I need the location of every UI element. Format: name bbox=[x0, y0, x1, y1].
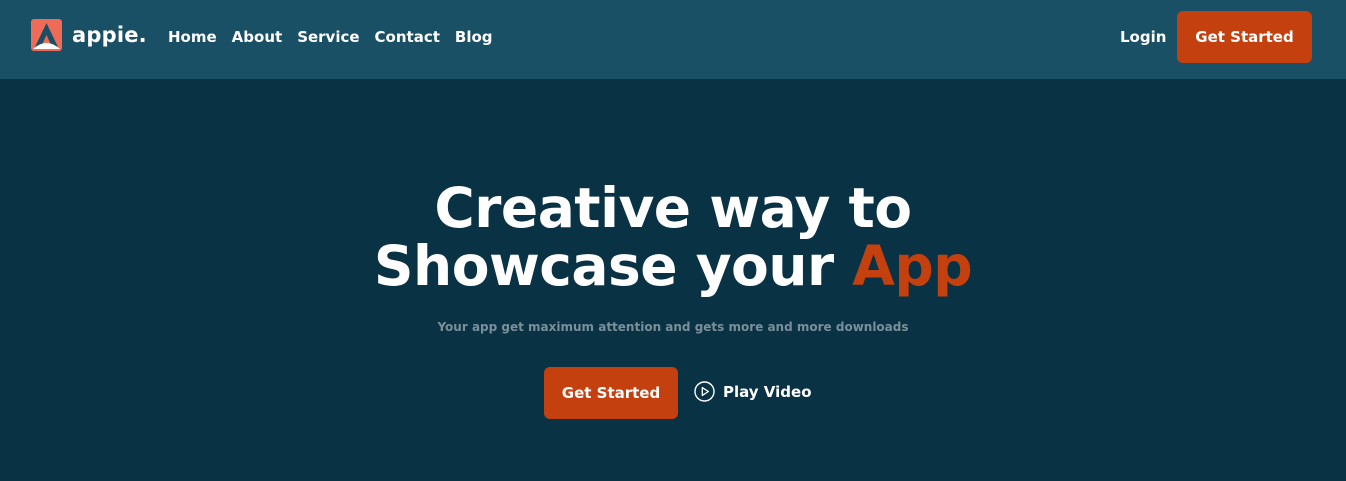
nav-link-contact[interactable]: Contact bbox=[375, 27, 440, 47]
main-nav: Home About Service Contact Blog bbox=[168, 27, 508, 47]
play-video-button[interactable]: Play Video bbox=[694, 381, 812, 402]
appie-logo-icon bbox=[31, 19, 62, 51]
play-video-label: Play Video bbox=[723, 382, 812, 401]
nav-link-about[interactable]: About bbox=[232, 27, 283, 47]
play-circle-icon bbox=[694, 381, 715, 402]
brand-name: appie. bbox=[72, 23, 147, 47]
nav-link-service[interactable]: Service bbox=[297, 27, 359, 47]
hero-title: Creative way to Showcase your App bbox=[0, 179, 1346, 295]
nav-link-home[interactable]: Home bbox=[168, 27, 217, 47]
hero-section: Creative way to Showcase your App Your a… bbox=[0, 79, 1346, 481]
hero-title-accent: App bbox=[852, 234, 973, 298]
nav-link-blog[interactable]: Blog bbox=[455, 27, 493, 47]
hero-title-line2: Showcase your bbox=[373, 234, 834, 298]
hero-title-line1: Creative way to bbox=[434, 176, 912, 240]
brand-logo-link[interactable]: appie. bbox=[31, 19, 147, 51]
hero-get-started-button[interactable]: Get Started bbox=[544, 367, 678, 419]
hero-subtitle: Your app get maximum attention and gets … bbox=[437, 320, 909, 334]
login-link[interactable]: Login bbox=[1120, 27, 1166, 47]
nav-get-started-button[interactable]: Get Started bbox=[1177, 11, 1312, 63]
navbar: appie. Home About Service Contact Blog L… bbox=[0, 0, 1346, 79]
